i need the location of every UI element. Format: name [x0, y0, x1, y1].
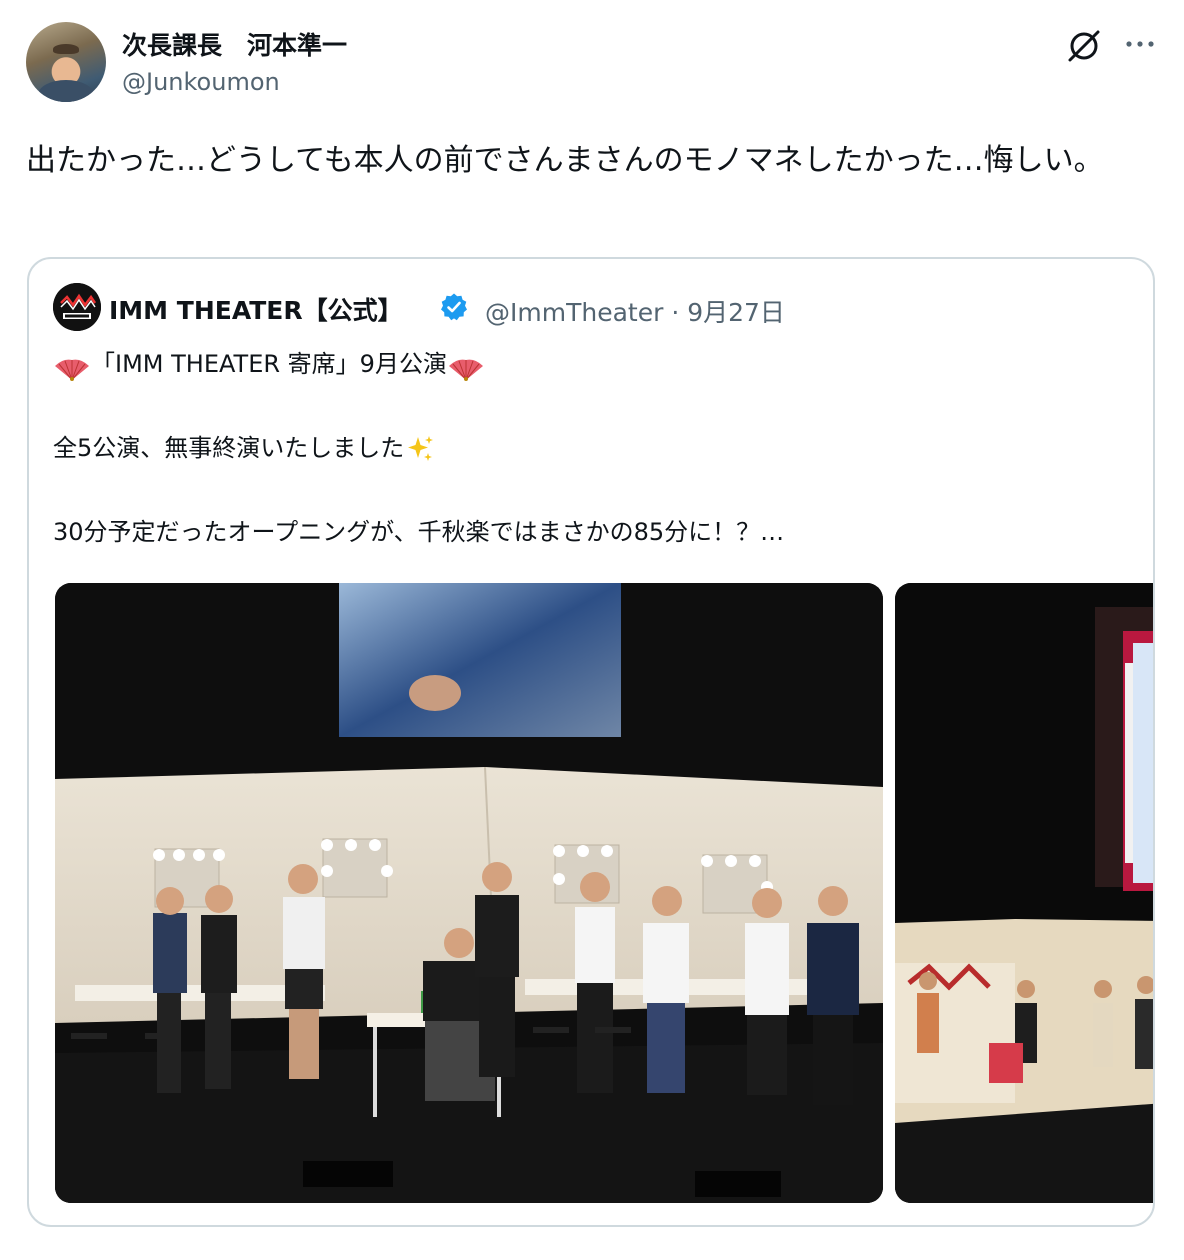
author-display-name[interactable]: 次長課長 河本準一 — [122, 26, 347, 62]
folding-fan-icon — [447, 353, 485, 381]
quoted-text: 「IMM THEATER 寄席」9月公演 全5公演、無事終演いたしました 30分… — [53, 343, 1133, 553]
more-options-icon[interactable] — [1120, 28, 1160, 60]
quoted-author-avatar[interactable] — [53, 283, 101, 331]
quoted-line-3: 30分予定だったオープニングが、千秋楽ではまさかの85分に！？… — [53, 518, 785, 546]
sparkles-icon — [404, 433, 436, 465]
quoted-date[interactable]: 9月27日 — [687, 298, 785, 327]
meta-separator: · — [671, 298, 680, 327]
grok-icon[interactable] — [1066, 28, 1102, 64]
quoted-line-2: 全5公演、無事終演いたしました — [53, 434, 405, 462]
verified-badge-icon — [439, 292, 469, 322]
post-text: 出たかった…どうしても本人の前でさんまさんのモノマネしたかった…悔しい。 — [26, 143, 1104, 178]
folding-fan-icon — [53, 353, 91, 381]
author-handle[interactable]: @Junkoumon — [122, 68, 280, 96]
imm-theater-logo — [53, 283, 101, 331]
stage-photo-opening[interactable] — [895, 583, 1153, 1203]
author-avatar[interactable] — [26, 22, 106, 102]
quoted-author-name[interactable]: IMM THEATER【公式】 — [109, 291, 403, 327]
quoted-line-1: 「IMM THEATER 寄席」9月公演 — [91, 350, 447, 378]
quoted-post[interactable]: IMM THEATER【公式】 @ImmTheater · 9月27日 「IMM… — [27, 257, 1155, 1227]
quoted-handle[interactable]: @ImmTheater — [485, 298, 663, 327]
quoted-meta: @ImmTheater · 9月27日 — [485, 293, 785, 329]
stage-photo-performers[interactable] — [55, 583, 883, 1203]
